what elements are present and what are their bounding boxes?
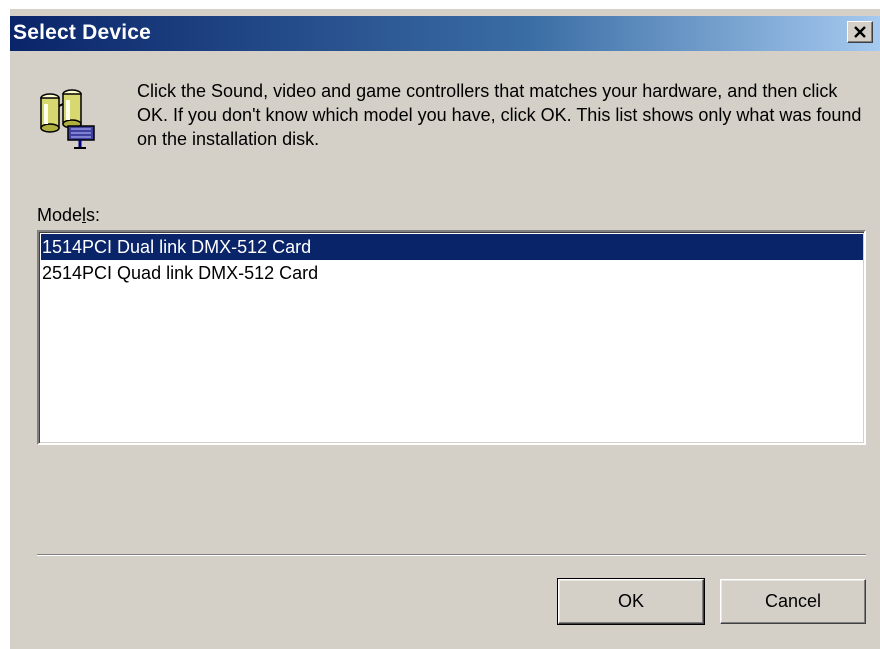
- list-item-2514pci[interactable]: 2514PCI Quad link DMX-512 Card: [41, 260, 863, 286]
- close-icon: [854, 26, 866, 38]
- instructions-text: Click the Sound, video and game controll…: [137, 81, 862, 149]
- title-bar[interactable]: Select Device: [10, 16, 880, 51]
- select-device-dialog: Select Device Click the Sound, video and…: [9, 8, 880, 649]
- ok-button[interactable]: OK: [557, 578, 705, 625]
- models-listbox[interactable]: 1514PCI Dual link DMX-512 Card 2514PCI Q…: [37, 230, 866, 445]
- cancel-button[interactable]: Cancel: [720, 579, 866, 624]
- hardware-device-icon: [40, 89, 95, 149]
- models-label: Models:: [37, 205, 100, 226]
- models-label-start: Mode: [37, 205, 83, 225]
- list-item-1514pci[interactable]: 1514PCI Dual link DMX-512 Card: [41, 234, 863, 260]
- window-title: Select Device: [13, 21, 152, 44]
- screen: Select Device Click the Sound, video and…: [0, 0, 880, 649]
- models-label-end: s:: [86, 205, 101, 225]
- separator: [37, 554, 866, 556]
- close-button[interactable]: [847, 21, 873, 43]
